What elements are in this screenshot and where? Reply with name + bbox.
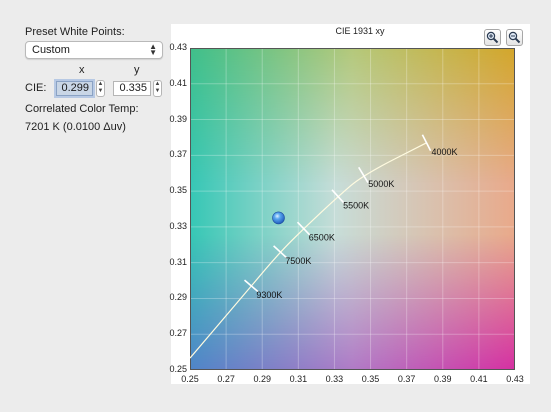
x-tick-label: 0.25 [181, 374, 199, 384]
preset-label: Preset White Points: [25, 26, 125, 38]
preset-popup-value: Custom [32, 44, 70, 56]
column-y-header: y [134, 64, 140, 76]
cct-label: 5500K [343, 201, 369, 211]
cct-label: 7500K [285, 256, 311, 266]
x-tick-label: 0.43 [506, 374, 524, 384]
x-tick-label: 0.37 [397, 374, 416, 384]
y-tick-label: 0.27 [169, 328, 187, 339]
cct-value: 7201 K (0.0100 Δuv) [25, 121, 126, 133]
y-tick-label: 0.31 [169, 256, 187, 267]
chevron-up-down-icon: ▲ ▼ [149, 42, 157, 57]
zoom-in-button[interactable] [484, 29, 501, 46]
y-tick-label: 0.29 [169, 292, 187, 303]
cct-label: 4000K [432, 147, 458, 157]
cie-y-stepper[interactable]: ▲ ▼ [153, 80, 162, 97]
chromaticity-plot[interactable]: 9300K 7500K 6500K 5500K 5000K 4000K [190, 48, 515, 370]
x-tick-label: 0.27 [217, 374, 235, 384]
y-tick-label: 0.33 [169, 220, 187, 231]
cie-y-field[interactable]: 0.335 [113, 81, 151, 96]
cct-label: 5000K [368, 179, 394, 189]
x-tick-label: 0.29 [253, 374, 271, 384]
cie-x-field[interactable]: 0.299 [56, 81, 93, 96]
white-point-marker-icon[interactable] [272, 211, 285, 225]
y-tick-label: 0.39 [169, 113, 187, 124]
chart-title: CIE 1931 xy [335, 26, 385, 36]
cie-x-stepper[interactable]: ▲ ▼ [96, 80, 105, 97]
y-tick-label: 0.43 [169, 42, 187, 52]
zoom-out-icon [508, 31, 521, 44]
y-tick-label: 0.37 [169, 149, 187, 160]
x-tick-label: 0.33 [325, 374, 344, 384]
cct-label: Correlated Color Temp: [25, 103, 139, 115]
y-tick-label: 0.41 [169, 77, 187, 88]
preset-popup[interactable]: Custom ▲ ▼ [25, 41, 163, 59]
cct-label: 6500K [309, 233, 335, 243]
cie-label: CIE: [25, 82, 47, 94]
y-tick-label: 0.25 [169, 364, 187, 374]
column-x-header: x [79, 64, 85, 76]
zoom-in-icon [486, 31, 499, 44]
x-tick-label: 0.35 [361, 374, 380, 384]
x-tick-label: 0.39 [434, 374, 452, 384]
x-tick-label: 0.41 [470, 374, 488, 384]
y-tick-label: 0.35 [169, 185, 187, 196]
zoom-out-button[interactable] [506, 29, 523, 46]
cct-label: 9300K [256, 290, 282, 300]
x-tick-label: 0.31 [289, 374, 308, 384]
